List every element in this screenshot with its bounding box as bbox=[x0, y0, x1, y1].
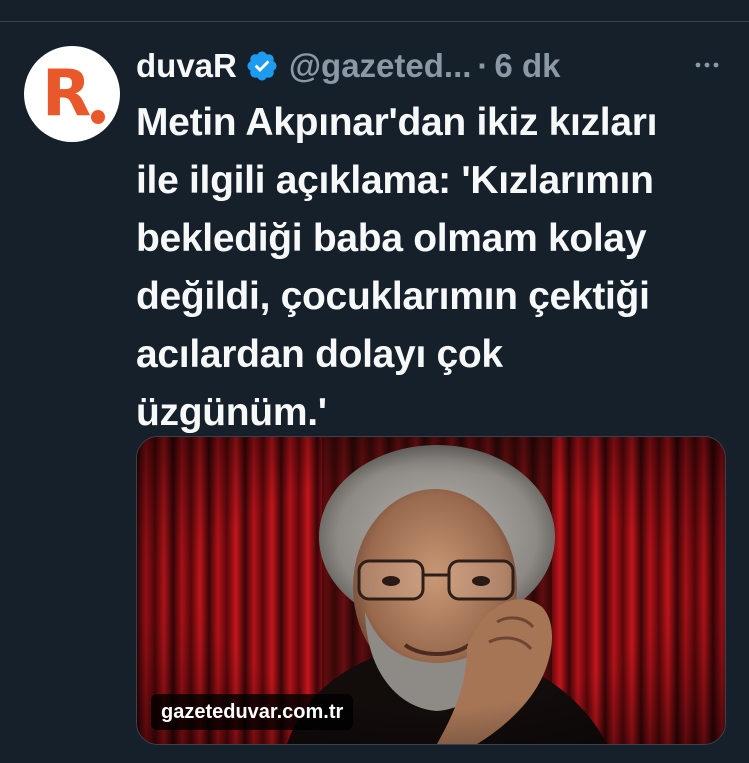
verified-badge-icon bbox=[245, 49, 279, 83]
avatar[interactable]: R bbox=[24, 46, 120, 142]
tweet-header: duvaR @gazeted... · 6 dk bbox=[136, 44, 736, 88]
tweet-text-line: ile ilgili açıklama: 'Kızlarımın bbox=[136, 159, 654, 202]
logo-letter: R bbox=[42, 57, 91, 131]
media-link-badge[interactable]: gazeteduvar.com.tr bbox=[151, 694, 354, 730]
separator-dot: · bbox=[477, 47, 489, 84]
author-name[interactable]: duvaR bbox=[136, 44, 237, 88]
author-handle[interactable]: @gazeted... bbox=[289, 44, 472, 88]
tweet-media-card[interactable]: gazeteduvar.com.tr bbox=[136, 436, 726, 745]
tweet-text: Metin Akpınar'dan ikiz kızları ile ilgil… bbox=[136, 94, 736, 442]
tweet-text-line: Metin Akpınar'dan ikiz kızları bbox=[136, 101, 658, 144]
tweet[interactable]: R duvaR @gazeted... · 6 dk Metin Akpınar… bbox=[0, 22, 749, 763]
tweet-timestamp[interactable]: 6 dk bbox=[494, 44, 560, 88]
tweet-text-line: değildi, çocuklarımın çektiği bbox=[136, 275, 650, 318]
tweet-text-line: beklediği baba olmam kolay bbox=[136, 217, 647, 260]
logo-dot bbox=[91, 110, 105, 124]
tweet-text-line: acılardan dolayı çok bbox=[136, 333, 503, 376]
more-horizontal-icon[interactable] bbox=[690, 50, 724, 80]
tweet-text-line: üzgünüm.' bbox=[136, 391, 327, 434]
